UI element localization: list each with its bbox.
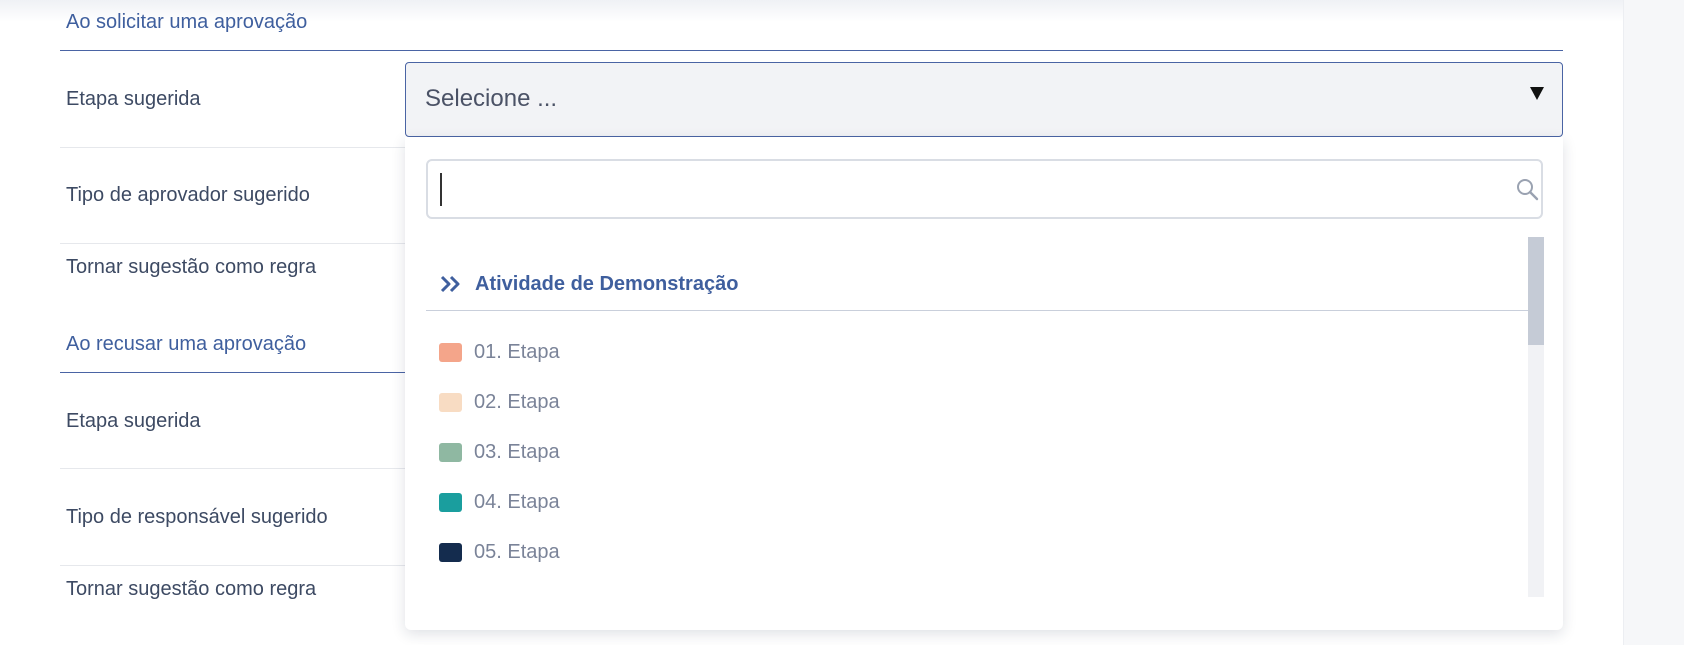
section-title-request-approval: Ao solicitar uma aprovação xyxy=(66,11,308,33)
option-group-label: Atividade de Demonstração xyxy=(475,272,739,295)
option-label: 05. Etapa xyxy=(474,540,560,563)
option-label: 02. Etapa xyxy=(474,390,560,413)
group-divider xyxy=(426,310,1528,311)
option-item[interactable]: 01. Etapa xyxy=(439,337,560,367)
label-suggested-stage: Etapa sugerida xyxy=(66,88,201,110)
label-make-suggestion-rule: Tornar sugestão como regra xyxy=(66,256,317,278)
stage-color-swatch xyxy=(439,342,462,362)
option-label: 01. Etapa xyxy=(474,340,560,363)
select-value: Selecione ... xyxy=(425,85,558,112)
option-item[interactable]: 03. Etapa xyxy=(439,437,560,467)
label-make-suggestion-rule: Tornar sugestão como regra xyxy=(66,578,317,600)
label-suggested-stage: Etapa sugerida xyxy=(66,410,201,432)
section-divider xyxy=(60,50,1563,51)
right-panel-edge xyxy=(1623,0,1684,645)
stage-color-swatch xyxy=(439,492,462,512)
dropdown-search-input[interactable] xyxy=(426,159,1543,219)
label-suggested-approver-type: Tipo de aprovador sugerido xyxy=(66,184,310,206)
stage-color-swatch xyxy=(439,542,462,562)
caret-down-icon[interactable] xyxy=(1530,87,1544,100)
stage-dropdown: Atividade de Demonstração 01. Etapa 02. … xyxy=(405,137,1563,630)
section-title-refuse-approval: Ao recusar uma aprovação xyxy=(66,333,307,355)
suggested-stage-select[interactable]: Selecione ... xyxy=(405,62,1563,137)
text-cursor xyxy=(440,173,442,206)
dropdown-scrollbar[interactable] xyxy=(1528,237,1544,597)
label-suggested-responsible-type: Tipo de responsável sugerido xyxy=(66,506,328,528)
stage-color-swatch xyxy=(439,442,462,462)
search-icon[interactable] xyxy=(1515,177,1539,201)
stage-color-swatch xyxy=(439,392,462,412)
scrollbar-thumb[interactable] xyxy=(1528,237,1544,345)
option-item[interactable]: 04. Etapa xyxy=(439,487,560,517)
option-item[interactable]: 02. Etapa xyxy=(439,387,560,417)
option-item[interactable]: 05. Etapa xyxy=(439,537,560,567)
option-label: 04. Etapa xyxy=(474,490,560,513)
double-chevron-right-icon xyxy=(440,275,460,293)
option-label: 03. Etapa xyxy=(474,440,560,463)
option-group-header: Atividade de Demonstração xyxy=(440,269,738,299)
